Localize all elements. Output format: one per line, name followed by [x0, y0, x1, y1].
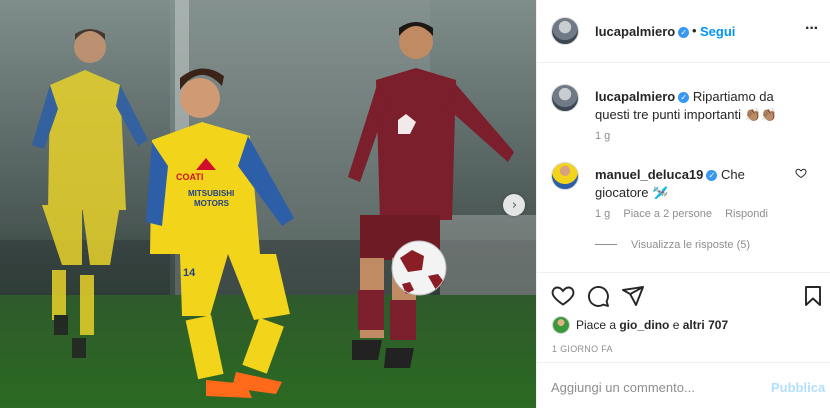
carousel-next-button[interactable]: ›: [503, 194, 525, 216]
caption-username[interactable]: lucapalmiero: [595, 89, 675, 104]
like-heart-icon[interactable]: [551, 284, 575, 308]
instagram-post: COATI MITSUBISHI MOTORS 14 › lucapalmier…: [0, 0, 830, 408]
caption-age[interactable]: 1 g: [595, 130, 610, 142]
verified-badge-icon: ✓: [706, 170, 718, 181]
svg-text:MITSUBISHI: MITSUBISHI: [188, 189, 234, 198]
author-username[interactable]: lucapalmiero ✓: [595, 24, 690, 39]
view-replies-link[interactable]: Visualizza le risposte (5): [595, 239, 750, 251]
comment-username[interactable]: manuel_deluca19: [595, 167, 703, 182]
football-photo: COATI MITSUBISHI MOTORS 14: [0, 0, 536, 408]
comment-composer: Pubblica: [537, 362, 830, 408]
reply-button[interactable]: Rispondi: [725, 208, 768, 220]
likes-prefix: Piace a: [576, 318, 617, 332]
post-side-panel: lucapalmiero ✓ • Segui ··· lucapalmiero ✓ …: [536, 0, 830, 408]
comment-text: manuel_deluca19 ✓ Che giocatore 🛩️: [595, 166, 795, 202]
comment-item: manuel_deluca19 ✓ Che giocatore 🛩️ 1 g Pi…: [537, 162, 830, 232]
post-caption: lucapalmiero ✓ Ripartiamo da questi tre p…: [537, 84, 830, 144]
verified-badge-icon: ✓: [678, 92, 690, 103]
comment-likes[interactable]: Piace a 2 persone: [623, 208, 712, 220]
save-bookmark-icon[interactable]: [801, 284, 825, 308]
replies-divider: [595, 244, 617, 245]
more-options-icon[interactable]: ···: [805, 20, 819, 38]
caption-author-avatar[interactable]: [551, 84, 579, 112]
chevron-right-icon: ›: [511, 197, 518, 213]
share-paper-plane-icon[interactable]: [621, 284, 645, 308]
post-header: lucapalmiero ✓ • Segui ···: [537, 0, 830, 63]
follow-button[interactable]: Segui: [700, 24, 735, 39]
author-avatar[interactable]: [551, 17, 579, 45]
svg-text:14: 14: [183, 267, 196, 279]
post-actions: Piace a gio_dino e altri 707 1 GIORNO FA: [537, 272, 830, 362]
caption-meta: 1 g: [595, 130, 620, 142]
likes-count[interactable]: altri 707: [683, 318, 728, 332]
add-comment-input[interactable]: [551, 377, 761, 397]
separator-dot: •: [692, 23, 697, 38]
caption-text: lucapalmiero ✓ Ripartiamo da questi tre p…: [595, 88, 795, 124]
view-replies-label[interactable]: Visualizza le risposte (5): [631, 239, 750, 251]
liker-avatar: [552, 316, 570, 334]
post-photo[interactable]: COATI MITSUBISHI MOTORS 14 ›: [0, 0, 536, 408]
publish-button[interactable]: Pubblica: [771, 380, 825, 395]
svg-text:COATI: COATI: [176, 172, 203, 182]
likes-summary[interactable]: Piace a gio_dino e altri 707: [552, 316, 728, 334]
comment-age[interactable]: 1 g: [595, 208, 610, 220]
like-comment-heart-icon[interactable]: [795, 167, 807, 179]
verified-badge-icon: ✓: [678, 27, 690, 38]
post-time-ago[interactable]: 1 GIORNO FA: [552, 344, 613, 354]
author-username-text[interactable]: lucapalmiero: [595, 24, 675, 39]
comment-meta: 1 g Piace a 2 persone Rispondi: [595, 208, 778, 220]
likes-user[interactable]: gio_dino: [619, 318, 669, 332]
comment-bubble-icon[interactable]: [586, 284, 610, 308]
svg-text:MOTORS: MOTORS: [194, 199, 230, 208]
likes-mid: e: [672, 318, 680, 332]
commenter-avatar[interactable]: [551, 162, 579, 190]
